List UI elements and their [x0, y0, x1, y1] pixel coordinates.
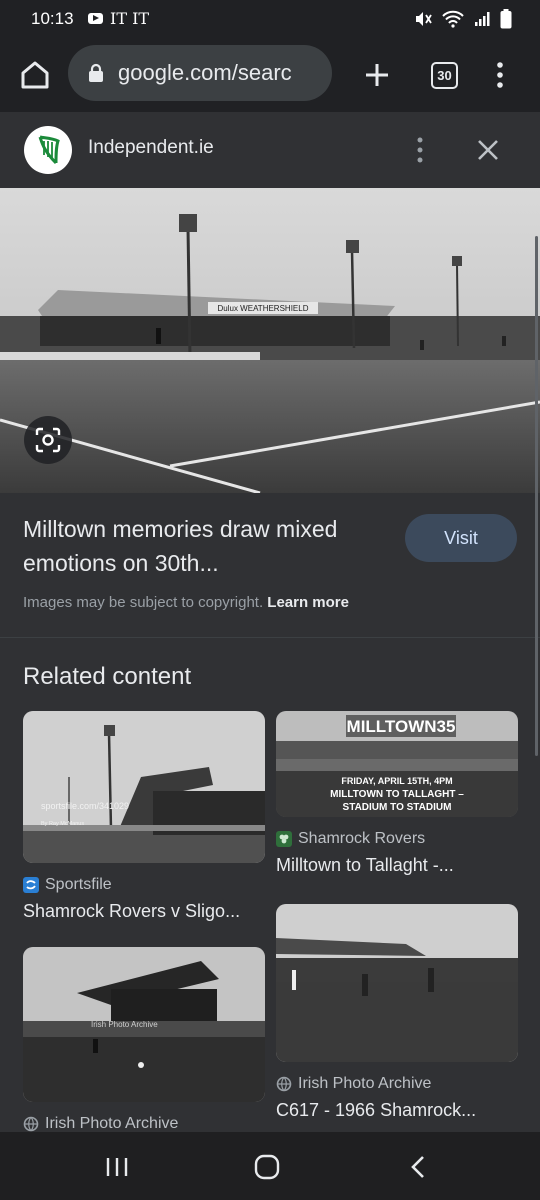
related-source-name: Sportsfile — [45, 876, 112, 893]
copyright-notice: Images may be subject to copyright. Lear… — [23, 594, 349, 611]
shamrock-rovers-icon — [276, 831, 292, 847]
learn-more-link[interactable]: Learn more — [267, 594, 349, 611]
signal-icon — [475, 12, 490, 26]
harp-icon — [38, 135, 60, 165]
home-icon[interactable] — [18, 58, 52, 92]
copyright-text: Images may be subject to copyright. — [23, 594, 264, 611]
visit-button[interactable]: Visit — [405, 514, 517, 562]
sportsfile-icon — [23, 877, 39, 893]
new-tab-icon[interactable] — [360, 58, 394, 92]
related-source: Sportsfile — [23, 875, 265, 895]
image-title[interactable]: Milltown memories draw mixed emotions on… — [23, 512, 353, 580]
related-item[interactable]: sportsfile.com/341029 By Ray McManus Spo… — [23, 711, 265, 922]
overlay-title: MILLTOWN35 — [347, 717, 456, 736]
tab-switcher-button[interactable]: 30 — [431, 62, 458, 89]
status-icons — [414, 9, 512, 29]
related-source-name: Shamrock Rovers — [298, 830, 426, 847]
overlay-line: MILLTOWN TO TALLAGHT – — [330, 789, 464, 800]
preview-image[interactable]: Dulux WEATHERSHIELD — [0, 188, 540, 493]
status-notification-text: IT IT — [110, 9, 150, 28]
address-bar[interactable]: google.com/searc — [68, 45, 332, 101]
panel-header: Independent.ie — [0, 112, 540, 188]
related-thumbnail: sportsfile.com/341029 By Ray McManus — [23, 711, 265, 863]
related-content-heading: Related content — [23, 663, 192, 690]
overlay-line: STADIUM TO STADIUM — [343, 802, 452, 813]
youtube-icon — [88, 13, 103, 24]
divider — [0, 637, 540, 638]
related-thumbnail: Irish Photo Archive — [23, 947, 265, 1102]
google-lens-icon — [35, 427, 61, 453]
related-title: C617 - 1966 Shamrock... — [276, 1100, 477, 1120]
lock-icon — [89, 63, 103, 82]
related-title: Milltown to Tallaght -... — [276, 855, 454, 875]
related-source: Irish Photo Archive — [276, 1074, 518, 1094]
related-source: Shamrock Rovers — [276, 829, 518, 849]
related-source-name: Irish Photo Archive — [298, 1075, 432, 1092]
watermark-text: sportsfile.com/341029 — [41, 801, 129, 811]
related-thumbnail: MILLTOWN35 FRIDAY, APRIL 15TH, 4PM MILLT… — [276, 711, 518, 817]
site-favicon — [24, 126, 72, 174]
recent-apps-icon[interactable] — [104, 1156, 130, 1178]
lens-search-button[interactable] — [24, 416, 72, 464]
image-preview-panel: Independent.ie Dulux WEATHERSHIELD Millt… — [0, 112, 540, 1132]
wifi-icon — [442, 10, 464, 28]
status-time: 10:13 — [31, 9, 74, 28]
system-navigation-bar — [0, 1132, 540, 1200]
globe-icon — [23, 1116, 39, 1132]
more-options-icon[interactable] — [412, 136, 428, 164]
watermark-text: Irish Photo Archive — [91, 1020, 158, 1029]
back-icon[interactable] — [408, 1154, 428, 1180]
source-name[interactable]: Independent.ie — [88, 137, 214, 159]
url-text: google.com/searc — [118, 60, 292, 85]
browser-toolbar: google.com/searc 30 — [0, 40, 540, 112]
mute-icon — [416, 12, 432, 26]
related-source-name: Irish Photo Archive — [45, 1115, 179, 1132]
close-icon[interactable] — [474, 136, 502, 164]
related-item[interactable]: Irish Photo Archive C617 - 1966 Shamrock… — [276, 904, 518, 1121]
battery-icon — [500, 9, 512, 29]
related-thumbnail — [276, 904, 518, 1062]
stadium-photo: Dulux WEATHERSHIELD — [0, 188, 540, 493]
related-title: Shamrock Rovers v Sligo... — [23, 901, 241, 921]
overlay-date: FRIDAY, APRIL 15TH, 4PM — [341, 776, 452, 786]
home-button-icon[interactable] — [254, 1154, 280, 1180]
globe-icon — [276, 1076, 292, 1092]
stand-banner-text: Dulux WEATHERSHIELD — [218, 304, 309, 313]
status-bar: 10:13 IT IT — [0, 0, 540, 40]
photo-credit: By Ray McManus — [41, 821, 84, 827]
related-source: Irish Photo Archive — [23, 1114, 265, 1134]
related-item[interactable]: MILLTOWN35 FRIDAY, APRIL 15TH, 4PM MILLT… — [276, 711, 518, 876]
related-item[interactable]: Irish Photo Archive Irish Photo Archive — [23, 947, 265, 1134]
overflow-menu-icon[interactable] — [488, 58, 512, 92]
scrollbar[interactable] — [535, 236, 538, 756]
